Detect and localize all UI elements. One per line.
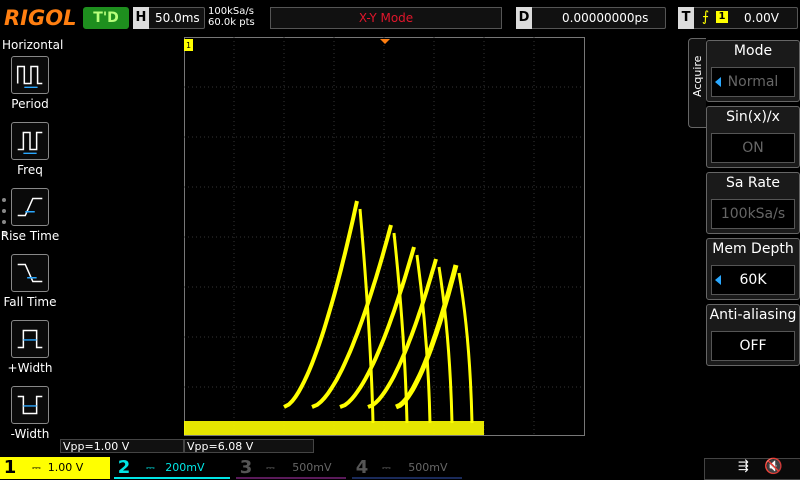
dc-coupling-icon: ⎓ [266,461,275,474]
measure-period[interactable]: Period [0,56,60,111]
freq-icon [11,122,49,160]
menu-anti-aliasing[interactable]: Anti-aliasing OFF [706,304,800,366]
rise-time-icon [11,188,49,226]
measure-positive-width[interactable]: +Width [0,320,60,375]
trigger-level: 0.00V [744,11,779,25]
ch1-position-marker: 1 [184,39,193,51]
rising-edge-icon: ⨍ [702,9,710,25]
timebase-value: 50.0ms [155,11,200,25]
sinx-value: ON [711,133,795,163]
ch1-scale: 1.00 V [47,461,84,474]
run-stop-status[interactable]: T'D [83,7,129,29]
positive-width-icon [11,320,49,358]
speaker-muted-icon[interactable]: 🔇 [764,457,783,475]
delay-label: D [516,7,532,29]
dc-coupling-icon: ⎓ [382,461,391,474]
menu-sa-rate[interactable]: Sa Rate 100kSa/s [706,172,800,234]
horizontal-label: H [133,7,149,29]
trigger-label: T [678,7,694,29]
sample-info: 100kSa/s 60.0k pts [208,6,255,28]
trigger-source-badge: 1 [716,11,728,23]
xy-display-grid[interactable]: 1 [184,37,586,437]
vpp-measurement-2: Vpp=6.08 V [184,439,314,453]
menu-sinx[interactable]: Sin(x)/x ON [706,106,800,168]
delay-value: 0.00000000ps [562,11,649,25]
sa-rate-value: 100kSa/s [711,199,795,229]
channel-3[interactable]: 3 ⎓ 500mV [236,457,346,479]
channel-4[interactable]: 4 ⎓ 500mV [352,457,462,479]
channel-2[interactable]: 2 ⎓ 200mV [114,457,230,479]
channel-1[interactable]: 1 ⎓ 1.00 V [0,457,110,479]
anti-aliasing-value: OFF [711,331,795,361]
measure-freq[interactable]: Freq [0,122,60,177]
ch3-scale: 500mV [292,461,332,474]
memory-points: 60.0k pts [208,17,255,28]
acquire-tab[interactable]: Acquire [688,38,706,128]
measure-rise-time[interactable]: Rise Time [0,188,60,243]
acquire-menu: Acquire Mode Normal Sin(x)/x ON Sa Rate … [688,38,800,438]
vpp-measurement-1: Vpp=1.00 V [60,439,184,453]
top-status-bar: RIGOL T'D H 50.0ms 100kSa/s 60.0k pts X-… [0,0,800,36]
panel-title: Horizontal [2,38,64,52]
trace-baseline [184,421,484,435]
xy-mode-indicator[interactable]: X-Y Mode [270,7,502,29]
mode-value: Normal [711,67,795,97]
select-arrow-icon [715,77,721,87]
ch2-scale: 200mV [165,461,205,474]
dc-coupling-icon: ⎓ [146,461,155,474]
system-status-area [704,458,800,480]
negative-width-icon [11,386,49,424]
channel-bar: 1 ⎓ 1.00 V 2 ⎓ 200mV 3 ⎓ 500mV 4 ⎓ 500mV [0,454,800,480]
ch4-scale: 500mV [408,461,448,474]
select-arrow-icon [715,275,721,285]
sample-rate: 100kSa/s [208,6,254,17]
usb-icon: ⇶ [738,459,749,474]
menu-mem-depth[interactable]: Mem Depth 60K [706,238,800,300]
menu-mode[interactable]: Mode Normal [706,40,800,102]
svg-text:1: 1 [186,41,191,50]
horizontal-measure-panel: Horizontal Period Freq Rise Time Fall Ti… [0,38,64,441]
mem-depth-value: 60K [711,265,795,295]
measure-negative-width[interactable]: -Width [0,386,60,441]
fall-time-icon [11,254,49,292]
rigol-logo: RIGOL [4,6,77,30]
measure-fall-time[interactable]: Fall Time [0,254,60,309]
period-icon [11,56,49,94]
trigger-box[interactable] [678,7,798,29]
dc-coupling-icon: ⎓ [32,461,41,474]
